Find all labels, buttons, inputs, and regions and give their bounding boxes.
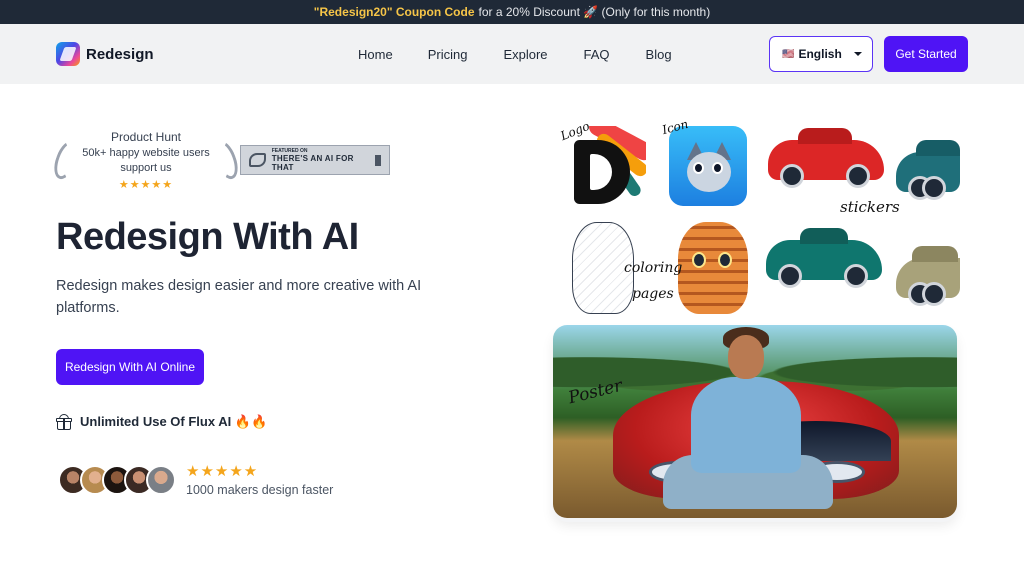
makers-text: 1000 makers design faster: [186, 483, 334, 497]
product-hunt-badge[interactable]: Product Hunt 50k+ happy website users su…: [49, 130, 243, 191]
tabby-cat-image: [678, 222, 748, 314]
hero-title: Redesign With AI: [56, 216, 359, 258]
navbar: Redesign Home Pricing Explore FAQ Blog 🇺…: [0, 24, 1024, 84]
flag-us-icon: 🇺🇸: [782, 48, 795, 60]
feature-text: Unlimited Use Of Flux AI 🔥🔥: [80, 414, 268, 429]
promo-text: for a 20% Discount 🚀 (Only for this mont…: [478, 5, 711, 19]
coupon-code: "Redesign20" Coupon Code: [313, 5, 475, 19]
aift-text: FEATURED ON THERE'S AN AI FOR THAT: [272, 148, 369, 172]
redesign-online-button[interactable]: Redesign With AI Online: [56, 349, 204, 385]
brand-link[interactable]: Redesign: [56, 42, 154, 66]
hero-description: Redesign makes design easier and more cr…: [56, 278, 422, 316]
aift-badge[interactable]: FEATURED ON THERE'S AN AI FOR THAT: [240, 145, 390, 175]
product-hunt-title: Product Hunt: [110, 130, 182, 144]
product-hunt-users: 50k+ happy website users support us: [82, 147, 210, 174]
feature-line: Unlimited Use Of Flux AI 🔥🔥: [56, 413, 268, 430]
nav-link-explore[interactable]: Explore: [503, 47, 547, 62]
teal-car-sticker: [896, 140, 960, 200]
makers-stars: ★★★★★: [186, 463, 259, 480]
red-car-sticker: [768, 128, 884, 188]
language-label: English: [798, 47, 842, 61]
coloring-label: coloring: [624, 260, 683, 276]
avatar: [146, 465, 176, 495]
vintage-car-sticker: [896, 246, 960, 306]
aift-logo-icon: [249, 153, 266, 167]
green-car-sticker: [766, 228, 882, 288]
gift-icon: [56, 413, 72, 430]
nav-link-pricing[interactable]: Pricing: [428, 47, 468, 62]
nav-link-blog[interactable]: Blog: [646, 47, 672, 62]
laurel-right-icon: [209, 137, 243, 183]
person-image: [728, 335, 764, 379]
stickers-label: stickers: [840, 198, 900, 216]
letter-d-logo-image: [574, 140, 630, 204]
logo-sample: [566, 126, 646, 208]
poster-sample: [553, 325, 957, 518]
nav-link-faq[interactable]: FAQ: [584, 47, 610, 62]
product-hunt-stars: ★★★★★: [118, 179, 174, 191]
nav-link-home[interactable]: Home: [358, 47, 393, 62]
pages-label: pages: [632, 286, 674, 302]
get-started-button[interactable]: Get Started: [884, 36, 968, 72]
language-select[interactable]: 🇺🇸 English: [769, 36, 873, 72]
aift-title: THERE'S AN AI FOR THAT: [271, 154, 354, 172]
brand-logo-icon: [56, 42, 80, 66]
avatar-group: [58, 465, 176, 495]
promo-bar: "Redesign20" Coupon Code for a 20% Disco…: [0, 0, 1024, 24]
bookmark-icon: [374, 154, 382, 166]
brand-name: Redesign: [86, 45, 154, 63]
app-icon-sample: [669, 126, 747, 206]
caret-down-icon: [854, 52, 862, 56]
nav-links: Home Pricing Explore FAQ Blog: [340, 24, 672, 84]
showcase-gallery: Logo Icon stickers coloring pages Poster: [552, 117, 968, 528]
